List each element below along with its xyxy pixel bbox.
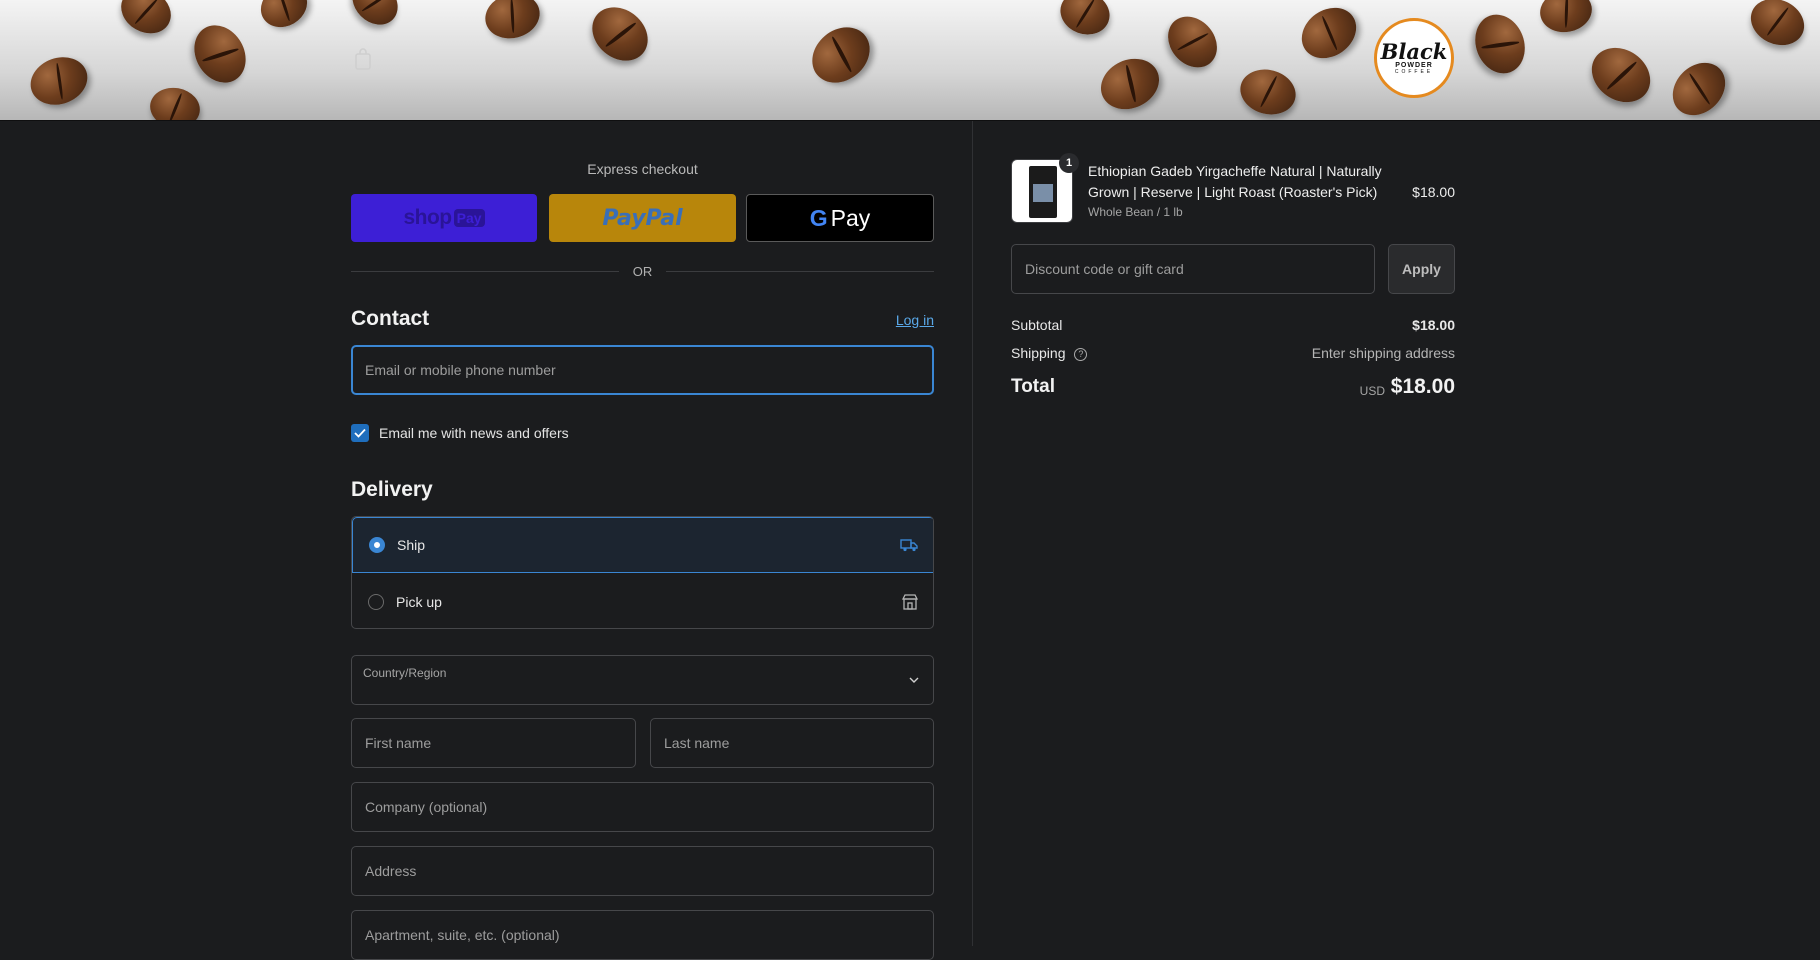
separator-line — [351, 270, 619, 272]
store-icon — [901, 594, 919, 610]
email-field[interactable] — [351, 345, 934, 395]
brand-logo[interactable]: Black POWDER COFFEE — [1374, 18, 1454, 98]
shop-pay-button[interactable]: shop Pay — [351, 194, 537, 242]
login-link[interactable]: Log in — [896, 312, 934, 328]
product-image — [1029, 166, 1057, 218]
shop-pay-wordmark: shop — [403, 206, 452, 229]
newsletter-checkbox-row[interactable]: Email me with news and offers — [351, 424, 569, 442]
help-icon[interactable]: ? — [1074, 347, 1088, 361]
product-name: Ethiopian Gadeb Yirgacheffe Natural | Na… — [1088, 163, 1382, 200]
separator-line — [666, 270, 934, 272]
company-field[interactable] — [351, 782, 934, 832]
delivery-method-group: Ship Pick up — [351, 516, 934, 629]
logo-text: Black — [1380, 38, 1448, 64]
truck-icon — [900, 539, 918, 552]
delivery-option-ship[interactable]: Ship — [352, 517, 933, 573]
google-pay-button[interactable]: G Pay — [746, 194, 934, 242]
apartment-field[interactable] — [351, 910, 934, 960]
last-name-input[interactable] — [662, 734, 922, 752]
address-input[interactable] — [363, 862, 922, 880]
google-pay-wordmark: Pay — [830, 204, 871, 231]
address-field[interactable] — [351, 846, 934, 896]
country-region-label: Country/Region — [363, 666, 447, 680]
coffee-bean — [1292, 0, 1366, 69]
logo-subtext-2: COFFEE — [1394, 68, 1434, 75]
subtotal-value: $18.00 — [1412, 317, 1455, 333]
contact-title: Contact — [351, 307, 430, 330]
shipping-label: Shipping — [1011, 345, 1066, 361]
newsletter-checkbox[interactable] — [351, 424, 369, 442]
coffee-bean — [581, 0, 659, 72]
chevron-down-icon — [909, 677, 919, 683]
header-banner: Black POWDER COFFEE — [0, 0, 1820, 121]
country-region-select[interactable]: Country/Region — [351, 655, 934, 705]
discount-code-field[interactable] — [1011, 244, 1375, 294]
delivery-option-pickup[interactable]: Pick up — [352, 574, 933, 628]
delivery-title: Delivery — [351, 478, 433, 501]
coffee-bean — [23, 49, 95, 113]
subtotal-label: Subtotal — [1011, 317, 1063, 333]
checkmark-icon — [354, 428, 366, 438]
coffee-bean — [1662, 52, 1736, 120]
coffee-bean — [1743, 0, 1812, 54]
coffee-bean — [801, 15, 881, 95]
pickup-label: Pick up — [396, 594, 442, 610]
first-name-input[interactable] — [363, 734, 624, 752]
product-image-label — [1033, 184, 1053, 202]
newsletter-label: Email me with news and offers — [379, 425, 569, 441]
or-separator: OR — [351, 261, 934, 281]
coffee-bean — [480, 0, 545, 45]
total-label: Total — [1011, 376, 1055, 397]
coffee-bean — [146, 83, 204, 120]
apartment-input[interactable] — [363, 926, 922, 944]
ship-radio[interactable] — [369, 537, 385, 553]
shipping-value: Enter shipping address — [1311, 345, 1455, 361]
coffee-bean — [253, 0, 315, 36]
discount-code-input[interactable] — [1023, 260, 1363, 278]
coffee-bean — [343, 0, 407, 34]
subtotal-row: Subtotal $18.00 — [1011, 317, 1455, 333]
coffee-bean — [1536, 0, 1596, 37]
company-input[interactable] — [363, 798, 922, 816]
coffee-bean — [1581, 36, 1661, 114]
apply-discount-button[interactable]: Apply — [1388, 244, 1455, 294]
paypal-wordmark: PayPal — [602, 205, 683, 231]
product-price: $18.00 — [1412, 184, 1455, 200]
coffee-bean — [1467, 7, 1533, 81]
coffee-bean — [1235, 63, 1301, 120]
shipping-row: Shipping ? Enter shipping address — [1011, 345, 1455, 361]
ship-label: Ship — [397, 537, 426, 553]
column-divider — [972, 121, 973, 946]
quantity-badge: 1 — [1059, 153, 1079, 173]
pickup-radio[interactable] — [368, 594, 384, 610]
express-checkout-title: Express checkout — [587, 161, 698, 177]
shopping-bag-icon[interactable] — [354, 48, 372, 70]
google-g-icon: G — [809, 204, 828, 231]
product-thumbnail: 1 — [1011, 153, 1079, 223]
coffee-bean — [1054, 0, 1116, 42]
coffee-bean — [1092, 49, 1168, 119]
total-value: $18.00 — [1390, 375, 1455, 398]
paypal-button[interactable]: PayPal — [549, 194, 736, 242]
email-input[interactable] — [363, 361, 922, 379]
coffee-bean — [1157, 6, 1228, 78]
coffee-bean — [184, 16, 256, 92]
total-currency: USD — [1359, 384, 1385, 398]
logo-subtext: POWDER — [1395, 61, 1433, 69]
or-text: OR — [632, 263, 653, 279]
coffee-bean — [112, 0, 180, 43]
first-name-field[interactable] — [351, 718, 636, 768]
product-variant: Whole Bean / 1 lb — [1088, 205, 1183, 219]
last-name-field[interactable] — [650, 718, 934, 768]
shop-pay-badge: Pay — [453, 209, 485, 227]
